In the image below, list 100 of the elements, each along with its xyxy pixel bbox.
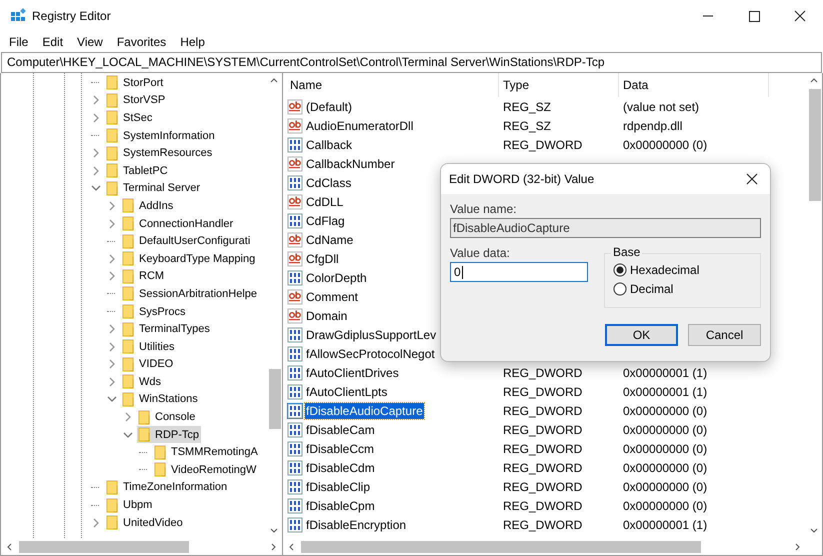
folder-icon <box>122 392 135 407</box>
tree-item[interactable]: Console <box>155 411 196 424</box>
menu-item[interactable]: Edit <box>35 35 70 49</box>
tree-item[interactable]: Utilities <box>139 340 174 353</box>
tree-item[interactable]: KeyboardType Mapping <box>139 252 256 265</box>
radio-label[interactable]: Decimal <box>630 282 674 296</box>
binary-value-icon <box>287 498 303 514</box>
value-type: REG_DWORD <box>502 138 584 152</box>
chevron-right-icon[interactable] <box>91 95 101 106</box>
chevron-down-icon[interactable] <box>91 183 101 194</box>
tree-item[interactable]: TerminalTypes <box>139 323 210 336</box>
tree-item[interactable]: StorVSP <box>123 94 166 106</box>
chevron-right-icon[interactable] <box>91 148 101 158</box>
binary-value-icon <box>287 402 303 418</box>
value-name[interactable]: Comment <box>305 288 360 304</box>
menu-item[interactable]: View <box>70 35 110 49</box>
value-data-field[interactable]: 0 <box>450 262 588 282</box>
chevron-right-icon[interactable] <box>107 200 117 211</box>
chevron-right-icon[interactable] <box>91 518 101 528</box>
tree-item[interactable]: DefaultUserConfigurati <box>139 235 250 248</box>
chevron-right-icon[interactable] <box>107 359 117 370</box>
chevron-right-icon[interactable] <box>91 112 101 123</box>
chevron-right-icon[interactable] <box>107 342 117 352</box>
tree-item[interactable]: AddIns <box>139 200 174 212</box>
binary-value-icon <box>287 478 303 494</box>
tree-item[interactable]: SystemResources <box>123 147 212 160</box>
value-name[interactable]: fDisableEncryption <box>305 516 408 532</box>
chevron-right-icon[interactable] <box>107 324 117 334</box>
menu-item[interactable]: Help <box>173 35 212 49</box>
column-header[interactable]: Data <box>619 73 769 97</box>
scroll-thumb[interactable] <box>301 540 701 552</box>
value-name[interactable]: fDisableCpm <box>305 498 376 514</box>
value-name[interactable]: fAllowSecProtocolNegot <box>305 346 436 362</box>
value-name[interactable]: CdFlag <box>305 212 346 228</box>
chevron-right-icon[interactable] <box>107 218 117 229</box>
menu-item[interactable]: Favorites <box>110 35 174 49</box>
chevron-right-icon[interactable] <box>107 254 117 264</box>
tree-item[interactable]: Terminal Server <box>123 182 200 194</box>
tree-item[interactable]: SystemInformation <box>123 130 215 142</box>
value-name[interactable]: fDisableCam <box>305 422 376 438</box>
close-icon[interactable] <box>746 173 758 185</box>
value-type: REG_DWORD <box>502 422 584 436</box>
value-name[interactable]: CdDLL <box>305 194 344 210</box>
ok-button[interactable]: OK <box>605 324 678 346</box>
tree-item[interactable]: SessionArbitrationHelpe <box>139 288 258 300</box>
tree-item[interactable]: UnitedVideo <box>123 516 183 529</box>
value-type: REG_DWORD <box>502 460 584 474</box>
value-name[interactable]: Callback <box>305 136 354 152</box>
chevron-right-icon[interactable] <box>107 271 117 282</box>
chevron-down-icon[interactable] <box>123 430 133 440</box>
value-name[interactable]: fDisableCdm <box>305 460 376 476</box>
menu-item[interactable]: File <box>2 35 36 49</box>
tree-item[interactable]: RCM <box>139 270 164 282</box>
tree-item[interactable]: Wds <box>139 376 161 388</box>
value-name[interactable]: fDisableCcm <box>305 440 376 456</box>
value-name[interactable]: CfgDll <box>305 250 340 266</box>
folder-icon <box>122 268 135 284</box>
column-header[interactable]: Type <box>499 73 619 97</box>
scroll-thumb[interactable] <box>19 540 189 552</box>
value-name[interactable]: AudioEnumeratorDll <box>305 118 414 134</box>
tree-item[interactable]: StSec <box>123 112 152 124</box>
chevron-right-icon[interactable] <box>91 166 101 176</box>
value-name[interactable]: CdName <box>305 232 354 248</box>
tree-item[interactable]: WinStations <box>139 393 198 406</box>
value-name[interactable]: (Default) <box>305 98 354 114</box>
tree-item[interactable]: TSMMRemotingA <box>171 446 258 458</box>
value-name[interactable]: fDisableClip <box>305 478 372 494</box>
tree-item[interactable]: VideoRemotingW <box>171 464 256 476</box>
chevron-down-icon[interactable] <box>107 394 117 404</box>
chevron-right-icon[interactable] <box>123 412 133 422</box>
value-name[interactable]: fAutoClientLpts <box>305 384 388 400</box>
value-data: 0x00000001 (1) <box>622 384 708 398</box>
value-name[interactable]: CdClass <box>305 174 352 190</box>
group-label: Base <box>611 245 642 259</box>
tree-item[interactable]: ConnectionHandler <box>139 218 234 230</box>
folder-icon <box>106 515 119 530</box>
column-header[interactable]: Name <box>287 73 499 97</box>
radio-button[interactable] <box>613 282 627 296</box>
value-name[interactable]: fDisableAudioCapture <box>305 402 424 418</box>
radio-label[interactable]: Hexadecimal <box>630 263 700 277</box>
chevron-right-icon[interactable] <box>107 376 117 387</box>
value-name[interactable]: DrawGdiplusSupportLev <box>305 326 438 342</box>
scroll-thumb[interactable] <box>809 89 821 201</box>
scroll-thumb[interactable] <box>269 369 281 429</box>
value-name[interactable]: ColorDepth <box>305 270 368 286</box>
address-bar[interactable]: Computer\HKEY_LOCAL_MACHINE\SYSTEM\CurrentControlSet\Control\Terminal Server\WinStations\RDP-Tcp <box>1 52 822 73</box>
tree-item[interactable]: TabletPC <box>123 164 168 177</box>
radio-button[interactable] <box>613 263 627 277</box>
tree-item[interactable]: SysProcs <box>139 306 186 318</box>
folder-icon <box>106 128 119 144</box>
tree-item[interactable]: TimeZoneInformation <box>123 481 228 494</box>
tree-item[interactable]: StorPort <box>123 76 164 89</box>
value-name[interactable]: Domain <box>305 308 348 324</box>
folder-icon <box>106 110 119 126</box>
tree-item[interactable]: VIDEO <box>139 358 174 370</box>
tree-item[interactable]: Ubpm <box>123 499 152 512</box>
folder-icon <box>122 304 135 320</box>
value-name[interactable]: fAutoClientDrives <box>305 364 400 380</box>
cancel-button[interactable]: Cancel <box>688 324 761 346</box>
value-name[interactable]: CallbackNumber <box>305 156 396 172</box>
